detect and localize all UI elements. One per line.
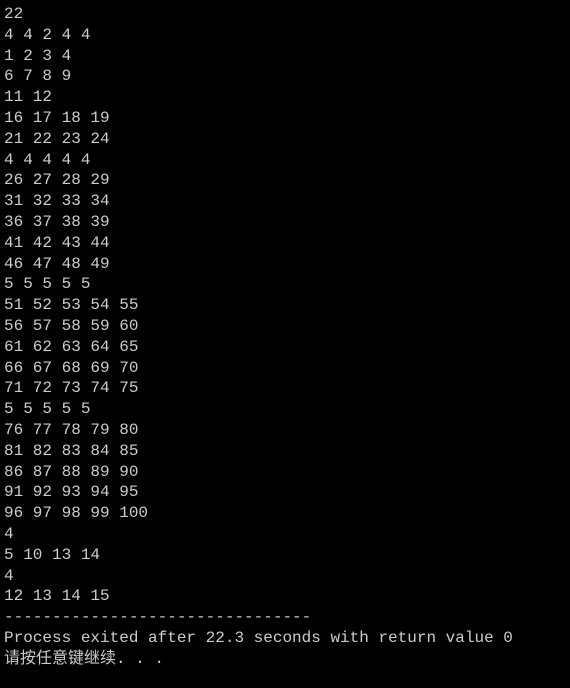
- output-line: 96 97 98 99 100: [4, 503, 566, 524]
- output-line: 36 37 38 39: [4, 212, 566, 233]
- output-line: 16 17 18 19: [4, 108, 566, 129]
- output-line: 56 57 58 59 60: [4, 316, 566, 337]
- output-line: 71 72 73 74 75: [4, 378, 566, 399]
- output-line: 61 62 63 64 65: [4, 337, 566, 358]
- output-line: 91 92 93 94 95: [4, 482, 566, 503]
- output-line: 5 5 5 5 5: [4, 274, 566, 295]
- output-line: 11 12: [4, 87, 566, 108]
- output-line: 12 13 14 15: [4, 586, 566, 607]
- output-line: 6 7 8 9: [4, 66, 566, 87]
- output-line: 51 52 53 54 55: [4, 295, 566, 316]
- output-line: 21 22 23 24: [4, 129, 566, 150]
- output-line: 5 10 13 14: [4, 545, 566, 566]
- separator-line: --------------------------------: [4, 607, 566, 628]
- output-line: 5 5 5 5 5: [4, 399, 566, 420]
- output-line: 4: [4, 524, 566, 545]
- output-line: 4 4 4 4 4: [4, 150, 566, 171]
- output-line: 66 67 68 69 70: [4, 358, 566, 379]
- output-line: 4 4 2 4 4: [4, 25, 566, 46]
- output-line: 1 2 3 4: [4, 46, 566, 67]
- output-line: 4: [4, 566, 566, 587]
- output-line: 41 42 43 44: [4, 233, 566, 254]
- output-line: 31 32 33 34: [4, 191, 566, 212]
- output-line: 46 47 48 49: [4, 254, 566, 275]
- press-any-key-prompt[interactable]: 请按任意键继续. . .: [4, 649, 566, 670]
- output-line: 22: [4, 4, 566, 25]
- output-line: 76 77 78 79 80: [4, 420, 566, 441]
- process-exit-message: Process exited after 22.3 seconds with r…: [4, 628, 566, 649]
- output-line: 26 27 28 29: [4, 170, 566, 191]
- console-output: 22 4 4 2 4 4 1 2 3 4 6 7 8 9 11 12 16 17…: [4, 4, 566, 670]
- output-line: 81 82 83 84 85: [4, 441, 566, 462]
- output-line: 86 87 88 89 90: [4, 462, 566, 483]
